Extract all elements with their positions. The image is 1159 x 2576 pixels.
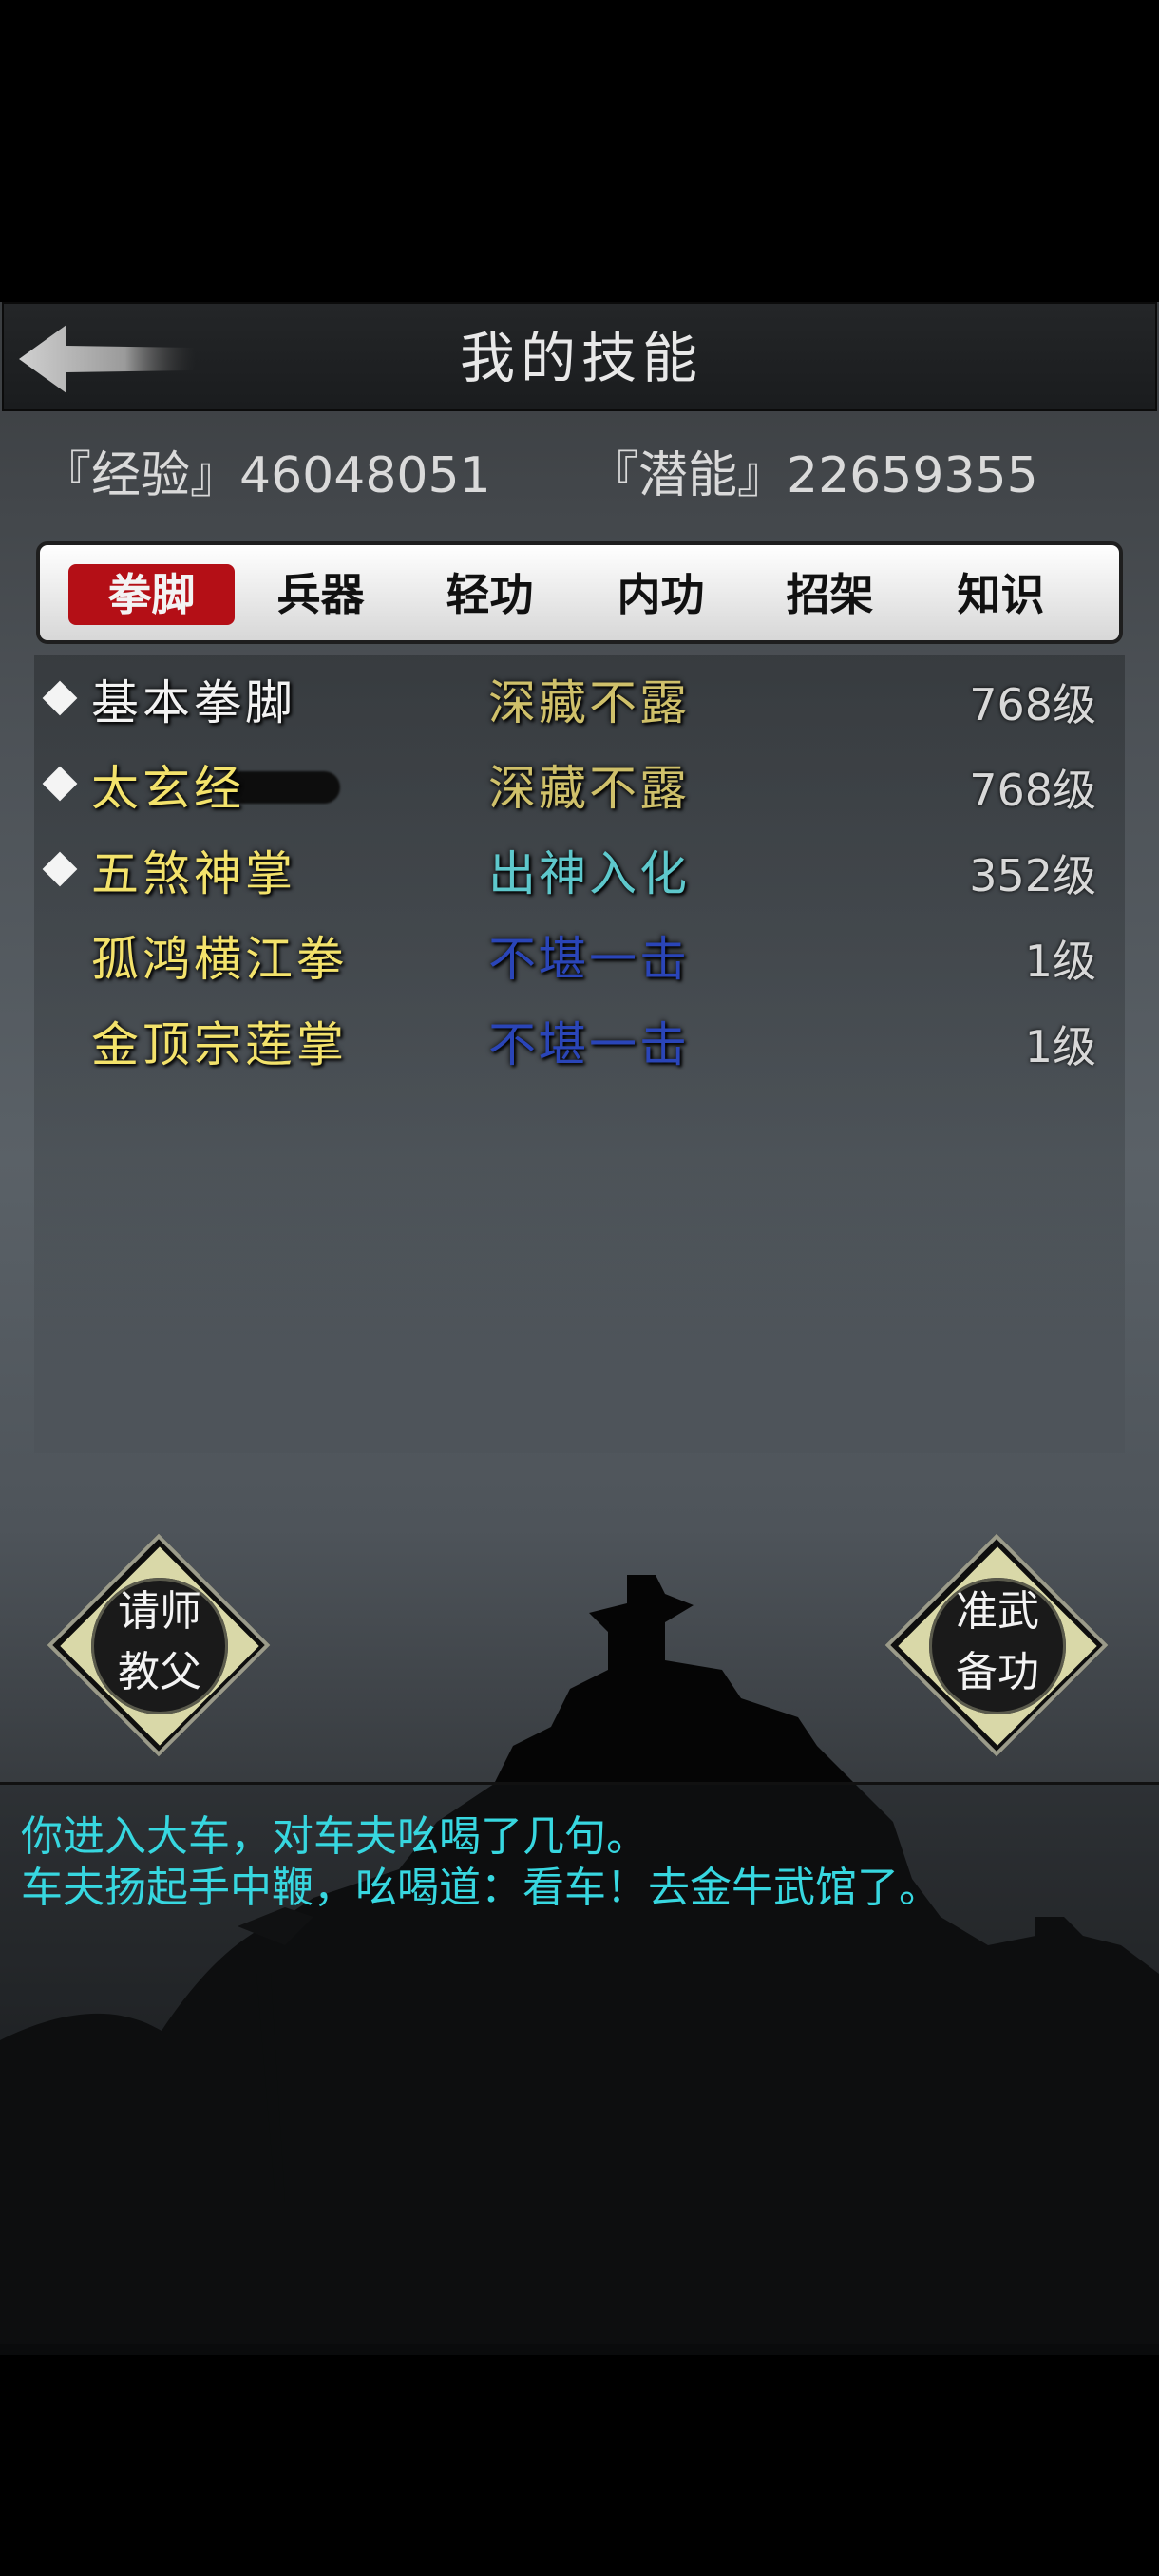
skill-row[interactable]: 太玄经 深藏不露 768级 [34,743,1125,828]
skill-row[interactable]: 孤鸿横江拳 不堪一击 1级 [34,914,1125,999]
skill-level: 深藏不露 [488,675,690,730]
header-bar: 我的技能 [2,302,1157,411]
skill-grade: 1级 [1024,936,1096,987]
equipped-diamond-icon [42,766,78,802]
skill-name: 五煞神掌 [91,846,296,901]
skill-name: 金顶宗莲掌 [91,1017,348,1072]
skill-category-tabs: 拳脚 兵器 轻功 内功 招架 知识 [36,541,1123,644]
skill-grade: 768级 [969,679,1096,730]
button-label-line1: 准武 [956,1587,1039,1636]
skill-name: 太玄经 [91,761,245,816]
skill-row[interactable]: 金顶宗莲掌 不堪一击 1级 [34,999,1125,1085]
skill-level: 深藏不露 [488,761,690,816]
skill-row[interactable]: 五煞神掌 出神入化 352级 [34,828,1125,914]
message-log: 你进入大车，对车夫吆喝了几句。 车夫扬起手中鞭，吆喝道：看车！去金牛武馆了。 [0,1782,1159,2355]
experience-stat: 『经验』46048051 [42,447,491,504]
tab-fist[interactable]: 拳脚 [68,564,235,625]
button-label: 请师 教父 [48,1582,272,1703]
button-label-line2: 教父 [118,1648,201,1696]
tab-weapon[interactable]: 兵器 [238,564,404,625]
skill-grade: 768级 [969,765,1096,816]
button-label: 准武 备功 [885,1582,1110,1703]
tab-parry[interactable]: 招架 [747,564,913,625]
button-label-line2: 备功 [956,1648,1039,1696]
equipped-diamond-icon [42,851,78,887]
ask-master-button[interactable]: 请师 教父 [47,1533,272,1758]
equipped-diamond-icon [42,680,78,716]
tab-internal[interactable]: 内功 [578,564,744,625]
tab-knowledge[interactable]: 知识 [918,564,1084,625]
skill-name: 基本拳脚 [91,675,296,730]
skill-grade: 1级 [1024,1021,1096,1072]
skill-list: 基本拳脚 深藏不露 768级 太玄经 深藏不露 768级 五煞神掌 出神入化 3… [34,655,1125,1453]
skill-grade: 352级 [969,850,1096,901]
skill-level: 出神入化 [488,846,690,901]
page-title: 我的技能 [459,326,703,390]
skill-row[interactable]: 基本拳脚 深藏不露 768级 [34,657,1125,743]
log-line: 车夫扬起手中鞭，吆喝道：看车！去金牛武馆了。 [21,1864,940,1912]
button-label-line1: 请师 [118,1587,201,1636]
skill-level: 不堪一击 [488,932,690,987]
potential-stat: 『潜能』22659355 [589,447,1038,504]
prepare-skill-button[interactable]: 准武 备功 [884,1533,1110,1758]
skill-level: 不堪一击 [488,1017,690,1072]
tab-agility[interactable]: 轻功 [407,564,573,625]
skill-name: 孤鸿横江拳 [91,932,348,987]
